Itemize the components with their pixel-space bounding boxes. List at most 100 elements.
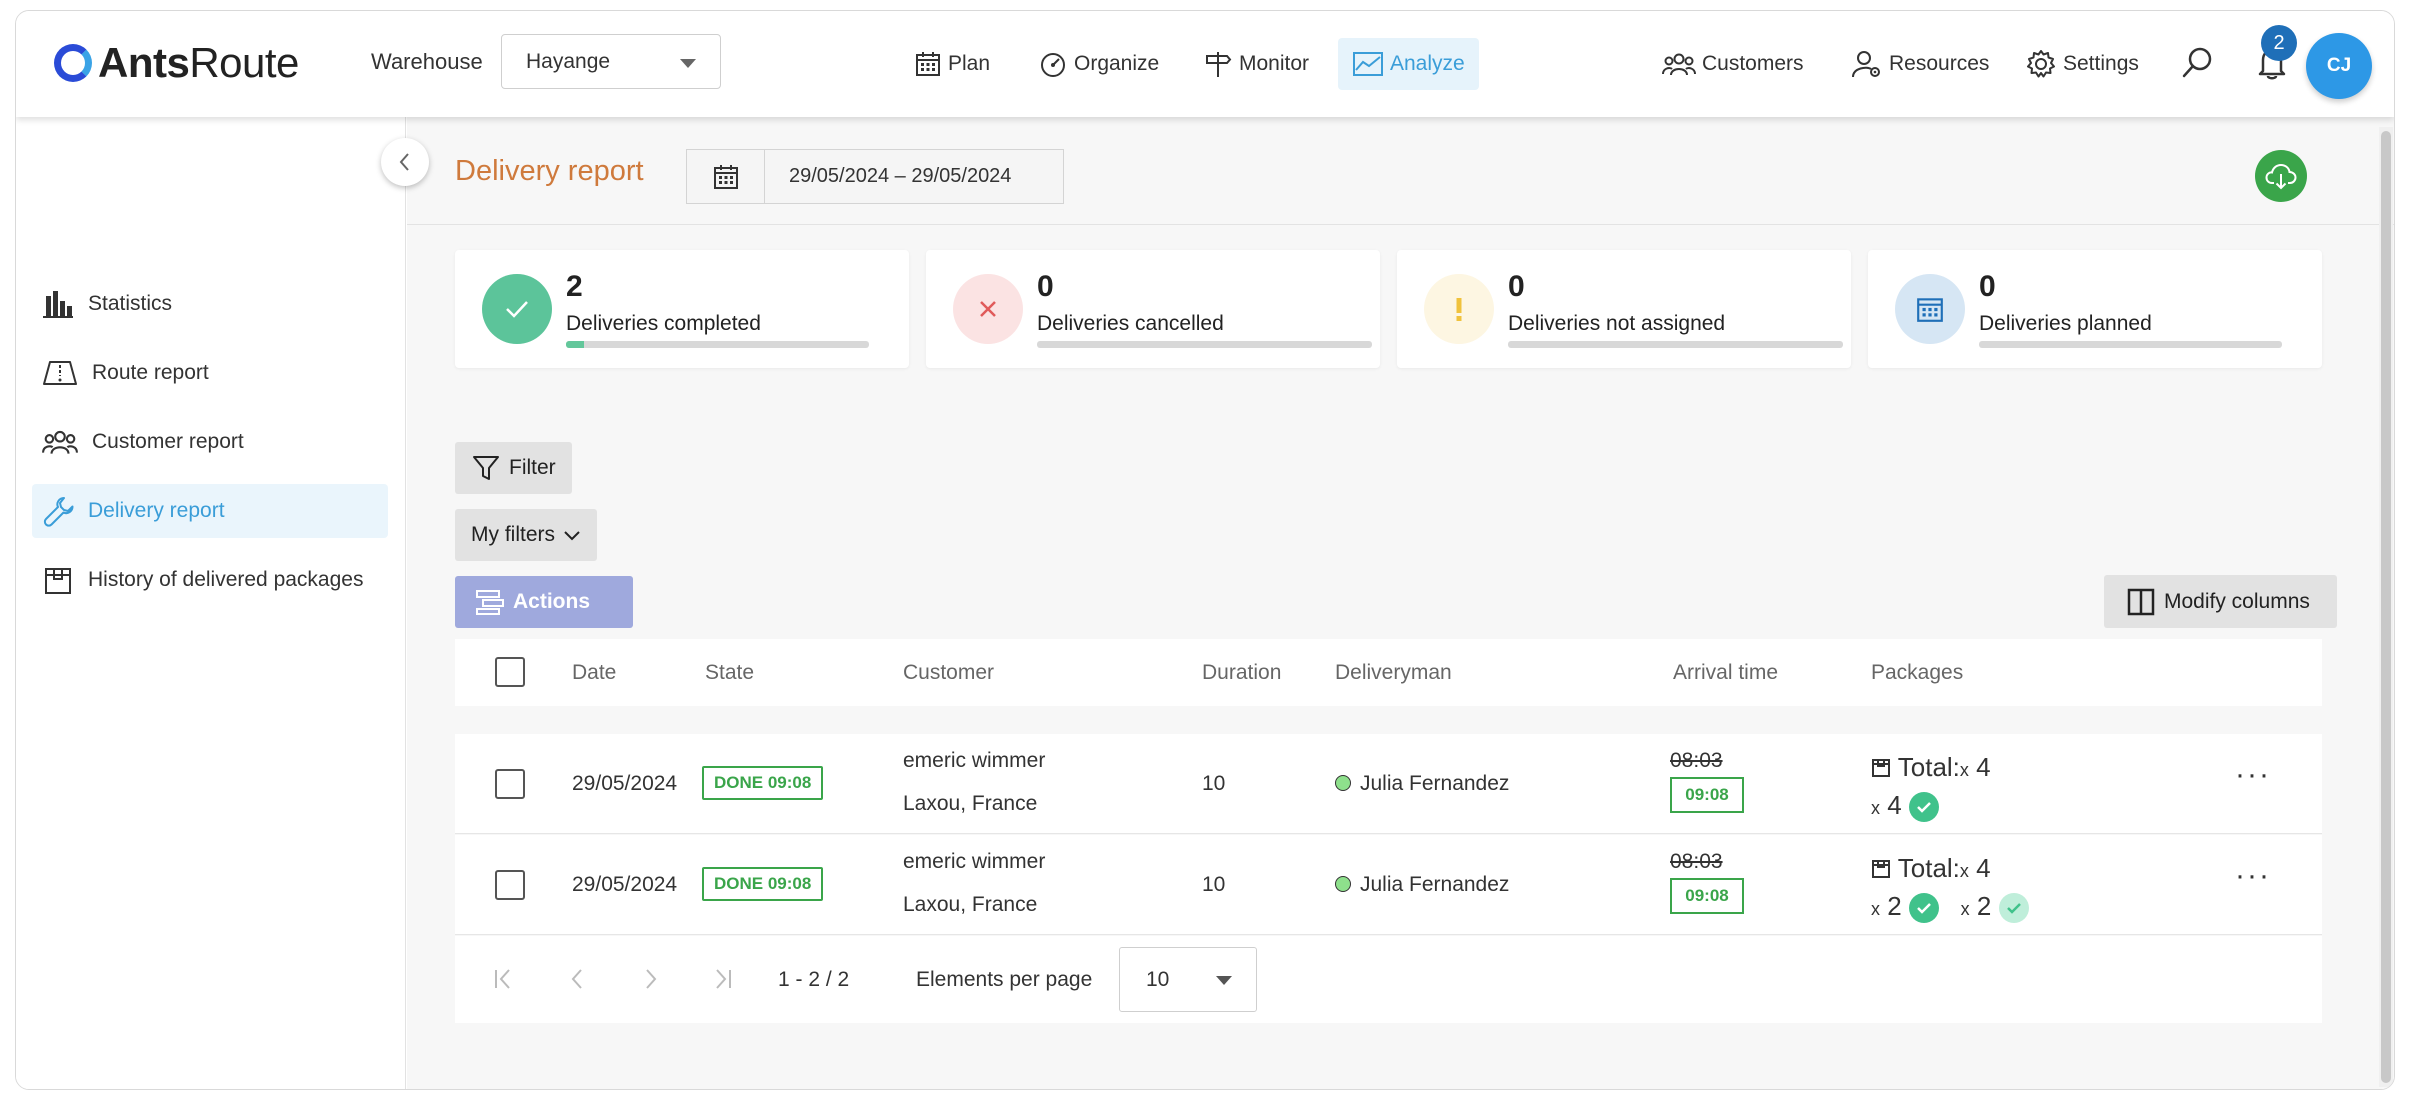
user-avatar[interactable]: CJ xyxy=(2306,33,2372,99)
logo-text-rest: Route xyxy=(189,39,299,86)
chevron-down-icon xyxy=(564,531,580,541)
sidebar-item-label: History of delivered packages xyxy=(88,568,364,591)
row-checkbox[interactable] xyxy=(495,870,525,900)
collapse-sidebar-button[interactable] xyxy=(381,138,429,186)
per-page-label: Elements per page xyxy=(916,968,1093,991)
per-page-select[interactable]: 10 xyxy=(1119,947,1257,1012)
customer-name[interactable]: emeric wimmer xyxy=(903,850,1045,874)
actions-label: Actions xyxy=(513,590,591,613)
packages-total-multiplier: x xyxy=(1959,760,1969,780)
stat-label: Deliveries planned xyxy=(1979,312,2152,335)
more-options-icon[interactable]: ··· xyxy=(2235,859,2271,893)
modify-columns-label: Modify columns xyxy=(2164,589,2310,613)
actual-arrival-badge: 09:08 xyxy=(1670,777,1744,813)
nav-customers[interactable]: Customers xyxy=(1648,38,1818,90)
row-checkbox[interactable] xyxy=(495,769,525,799)
logo-text-bold: Ants xyxy=(98,39,190,86)
funnel-icon xyxy=(473,456,499,480)
nav-customers-label: Customers xyxy=(1702,52,1804,75)
next-page-icon[interactable] xyxy=(637,966,663,992)
warehouse-value: Hayange xyxy=(526,49,611,73)
previous-page-icon[interactable] xyxy=(565,966,591,992)
select-all-checkbox[interactable] xyxy=(495,657,525,687)
column-header-deliveryman[interactable]: Deliveryman xyxy=(1335,661,1452,685)
customer-name[interactable]: emeric wimmer xyxy=(903,749,1045,773)
table-header: Date State Customer Duration Deliveryman… xyxy=(455,639,2322,706)
check-icon xyxy=(482,274,552,344)
stat-progress-bar xyxy=(1037,341,1372,348)
nav-settings[interactable]: Settings xyxy=(2011,38,2153,90)
more-options-icon[interactable]: ··· xyxy=(2235,758,2271,792)
warehouse-select[interactable]: Hayange xyxy=(501,34,721,89)
actions-button[interactable]: Actions xyxy=(455,576,633,628)
customer-location: Laxou, France xyxy=(903,893,1038,916)
page-header: Delivery report 29/05/2024 – 29/05/2024 xyxy=(407,117,2394,225)
column-header-date[interactable]: Date xyxy=(572,661,616,685)
search-button[interactable] xyxy=(2176,41,2220,85)
sidebar-item-label: Statistics xyxy=(88,292,173,315)
column-header-customer[interactable]: Customer xyxy=(903,661,994,685)
packages-total-label: Total: xyxy=(1897,752,1960,782)
sidebar-item-delivery-report[interactable]: Delivery report xyxy=(32,484,388,538)
filter-button[interactable]: Filter xyxy=(455,442,572,494)
packages-partial-multiplier: x xyxy=(1960,899,1970,919)
package-icon xyxy=(1872,860,1890,878)
area-chart-icon xyxy=(1353,52,1383,76)
package-icon xyxy=(45,568,71,594)
row-duration: 10 xyxy=(1202,873,1226,896)
sidebar-item-customer-report[interactable]: Customer report xyxy=(32,415,388,469)
caret-down-icon xyxy=(680,59,696,68)
stat-label: Deliveries completed xyxy=(566,312,761,335)
row-date: 29/05/2024 xyxy=(572,873,678,896)
chevron-left-icon xyxy=(399,153,409,171)
stat-progress-fill xyxy=(566,341,585,348)
nav-resources[interactable]: Resources xyxy=(1837,38,2003,90)
date-range-value: 29/05/2024 – 29/05/2024 xyxy=(789,165,1012,187)
antsroute-logo[interactable]: AntsRoute xyxy=(54,37,299,89)
users-icon xyxy=(1662,53,1696,76)
nav-monitor[interactable]: Monitor xyxy=(1189,38,1323,90)
packages-delivered-count: 4 xyxy=(1887,790,1902,820)
per-page-value: 10 xyxy=(1146,967,1170,991)
nav-plan[interactable]: Plan xyxy=(900,38,1004,90)
packages-delivered: x 4 xyxy=(1871,790,1939,823)
date-picker-button[interactable] xyxy=(687,150,765,203)
wrench-icon xyxy=(43,497,74,527)
stat-label: Deliveries not assigned xyxy=(1508,312,1726,335)
packages-total: Total:x 4 xyxy=(1871,853,1991,884)
stat-card-cancelled: 0 Deliveries cancelled xyxy=(926,250,1380,368)
sidebar-item-statistics[interactable]: Statistics xyxy=(32,277,388,331)
column-header-state[interactable]: State xyxy=(705,661,754,685)
nav-organize[interactable]: Organize xyxy=(1024,38,1173,90)
column-header-arrival-time[interactable]: Arrival time xyxy=(1673,661,1778,685)
nav-analyze[interactable]: Analyze xyxy=(1338,38,1479,90)
column-header-duration[interactable]: Duration xyxy=(1202,661,1281,685)
sidebar-item-history-delivered-packages[interactable]: History of delivered packages xyxy=(32,553,388,607)
my-filters-dropdown[interactable]: My filters xyxy=(455,509,597,561)
stat-card-planned: 0 Deliveries planned xyxy=(1868,250,2322,368)
last-page-icon[interactable] xyxy=(709,966,735,992)
first-page-icon[interactable] xyxy=(491,966,517,992)
gauge-icon xyxy=(1041,53,1065,77)
modify-columns-button[interactable]: Modify columns xyxy=(2104,575,2337,628)
download-button[interactable] xyxy=(2255,150,2307,202)
users-icon xyxy=(42,430,78,454)
date-range-picker[interactable]: 29/05/2024 – 29/05/2024 xyxy=(686,149,1064,204)
table-row[interactable]: 29/05/2024 DONE 09:08 emeric wimmer Laxo… xyxy=(455,835,2322,935)
table-row[interactable]: 29/05/2024 DONE 09:08 emeric wimmer Laxo… xyxy=(455,734,2322,834)
status-dot-icon xyxy=(1335,775,1351,791)
caret-down-icon xyxy=(1216,976,1232,985)
packages-delivered-multiplier: x xyxy=(1871,798,1880,818)
packages-total-label: Total: xyxy=(1897,853,1960,883)
planned-arrival: 08:03 xyxy=(1670,850,1723,873)
state-badge: DONE 09:08 xyxy=(702,867,824,901)
customer-location: Laxou, France xyxy=(903,792,1038,815)
sidebar-item-route-report[interactable]: Route report xyxy=(32,346,388,400)
status-dot-icon xyxy=(1335,876,1351,892)
calendar-icon xyxy=(1895,274,1965,344)
scrollbar-thumb[interactable] xyxy=(2381,131,2391,1083)
state-badge: DONE 09:08 xyxy=(702,766,824,800)
delivered-check-icon xyxy=(1908,792,1939,823)
vertical-scrollbar[interactable] xyxy=(2379,127,2393,1087)
column-header-packages[interactable]: Packages xyxy=(1871,661,1963,685)
